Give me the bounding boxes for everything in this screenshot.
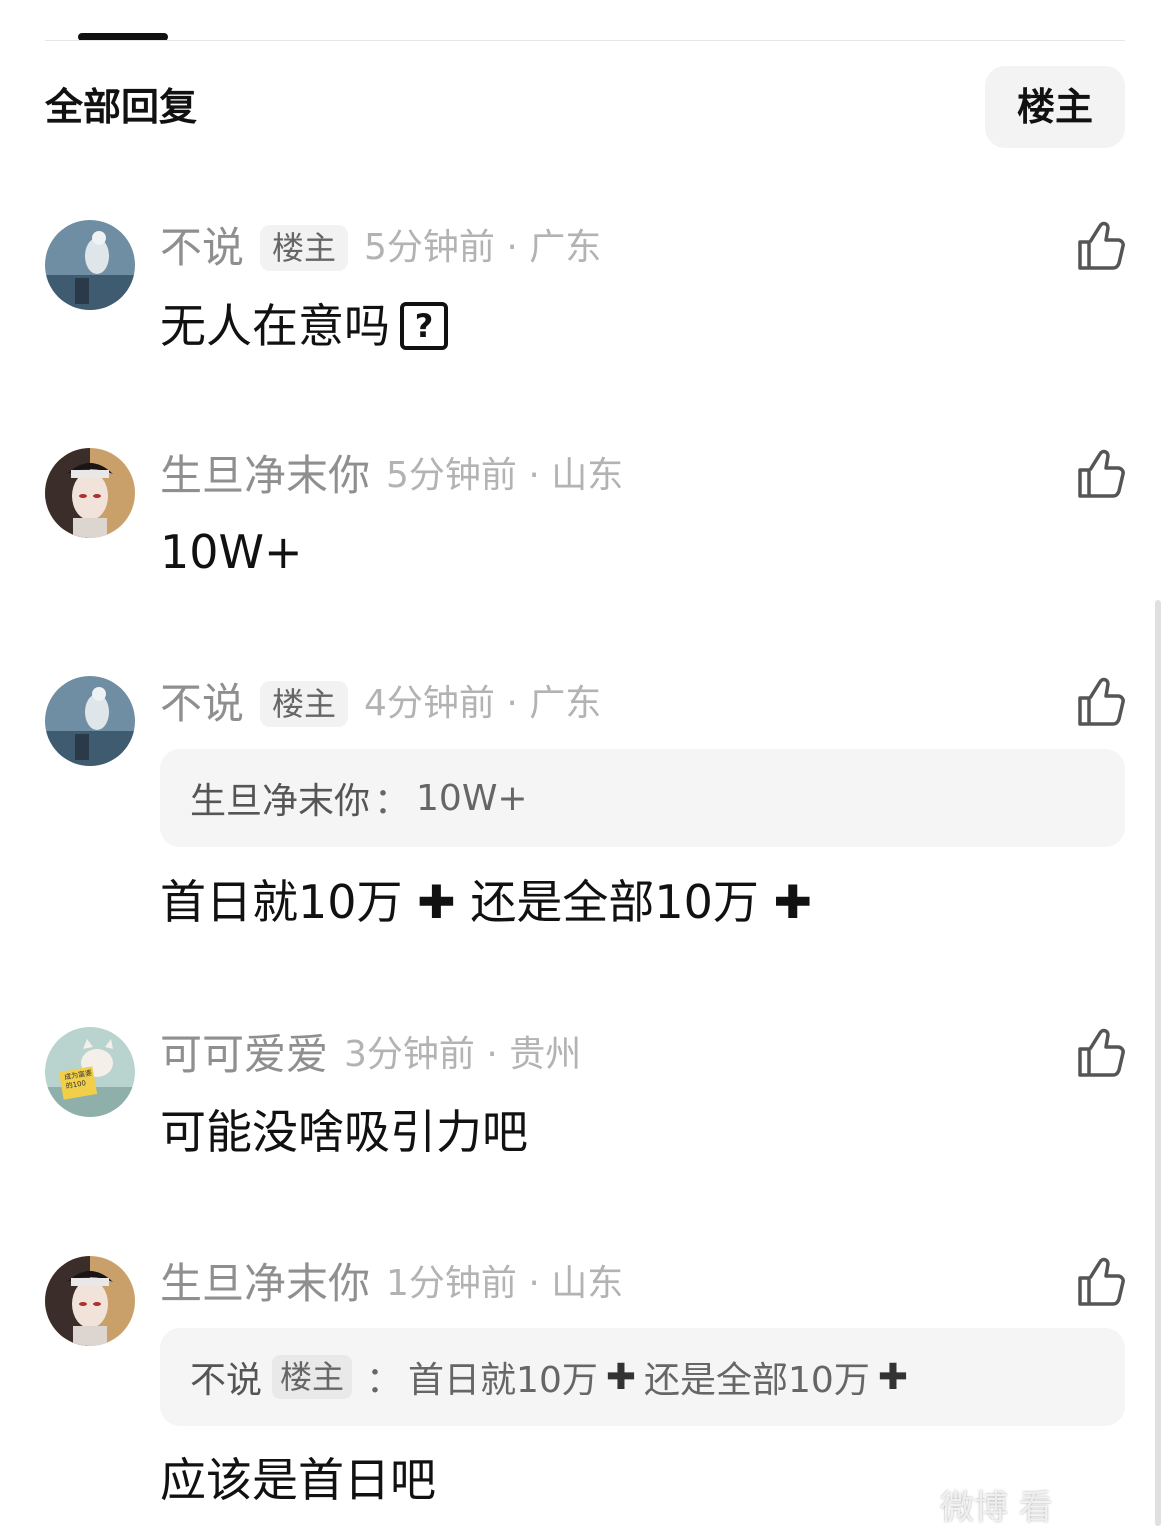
quoted-text: 还是全部10万 [644,1360,870,1401]
op-filter-button[interactable]: 楼主 [985,66,1125,148]
time-location: 1分钟前 · 山东 [386,1263,624,1304]
scrollbar[interactable] [1155,600,1161,1526]
comment-meta: 可可爱爱 3分钟前 · 贵州 [160,1029,581,1081]
avatar-opera-icon[interactable] [45,1256,135,1346]
comment-meta: 生旦净末你 1分钟前 · 山东 [160,1258,623,1310]
comment-text: 应该是首日吧 [160,1453,436,1507]
quoted-reply[interactable]: 不说 楼主 ： 首日就10万 ✚ 还是全部10万 ✚ [160,1328,1125,1426]
thumbs-up-icon[interactable] [1076,676,1126,728]
avatar-opera-icon[interactable] [45,448,135,538]
question-emoji-icon: ? [400,301,448,350]
quoted-username: 生旦净末你 [190,781,371,822]
comment-meta: 不说 楼主 5分钟前 · 广东 [160,222,601,274]
avatar-statue-icon[interactable] [45,676,135,766]
comment-text: 无人在意吗? [160,296,448,356]
comment-meta: 生旦净末你 5分钟前 · 山东 [160,450,623,502]
quote-separator: ： [366,1360,403,1401]
comment-meta: 不说 楼主 4分钟前 · 广东 [160,678,601,730]
top-divider [45,40,1125,41]
thumbs-up-icon[interactable] [1076,1027,1126,1079]
plus-emoji-icon: ✚ [605,1356,637,1398]
quoted-text: 首日就10万 [408,1360,598,1401]
comment-text: 10W+ [160,525,303,579]
avatar-cat-icon[interactable]: 成为富婆的100 [45,1027,135,1117]
plus-emoji-icon: ✚ [417,875,456,929]
quote-separator: ： [374,781,411,822]
username[interactable]: 生旦净末你 [160,450,370,502]
comment-item: 生旦净末你 5分钟前 · 山东 10W+ [0,448,1169,598]
op-badge: 楼主 [272,1355,353,1399]
avatar-statue-icon[interactable] [45,220,135,310]
username[interactable]: 不说 [160,222,244,274]
thumbs-up-icon[interactable] [1076,1256,1126,1308]
comment-text: 首日就10万 ✚ 还是全部10万 ✚ [160,875,813,929]
plus-emoji-icon: ✚ [773,875,813,929]
comment-item: 不说 楼主 4分钟前 · 广东 生旦净末你 ： 10W+ 首日就10万 ✚ 还是… [0,676,1169,946]
time-location: 4分钟前 · 广东 [364,683,602,724]
time-location: 5分钟前 · 广东 [364,227,602,268]
quoted-reply[interactable]: 生旦净末你 ： 10W+ [160,749,1125,847]
username[interactable]: 生旦净末你 [160,1258,370,1310]
time-location: 3分钟前 · 贵州 [344,1034,582,1075]
thumbs-up-icon[interactable] [1076,220,1126,272]
op-badge: 楼主 [260,225,349,271]
plus-emoji-icon: ✚ [877,1356,909,1398]
watermark: 微博 看 [940,1488,1053,1528]
op-badge: 楼主 [260,681,349,727]
comment-item: 不说 楼主 5分钟前 · 广东 无人在意吗? [0,220,1169,390]
comment-text: 可能没啥吸引力吧 [160,1105,528,1159]
quoted-text: 10W+ [416,777,528,819]
time-location: 5分钟前 · 山东 [386,455,624,496]
comment-item: 成为富婆的100 可可爱爱 3分钟前 · 贵州 可能没啥吸引力吧 [0,1027,1169,1177]
username[interactable]: 不说 [160,678,244,730]
username[interactable]: 可可爱爱 [160,1029,328,1081]
quoted-username: 不说 [190,1360,263,1401]
page-title: 全部回复 [45,85,198,129]
thumbs-up-icon[interactable] [1076,448,1126,500]
